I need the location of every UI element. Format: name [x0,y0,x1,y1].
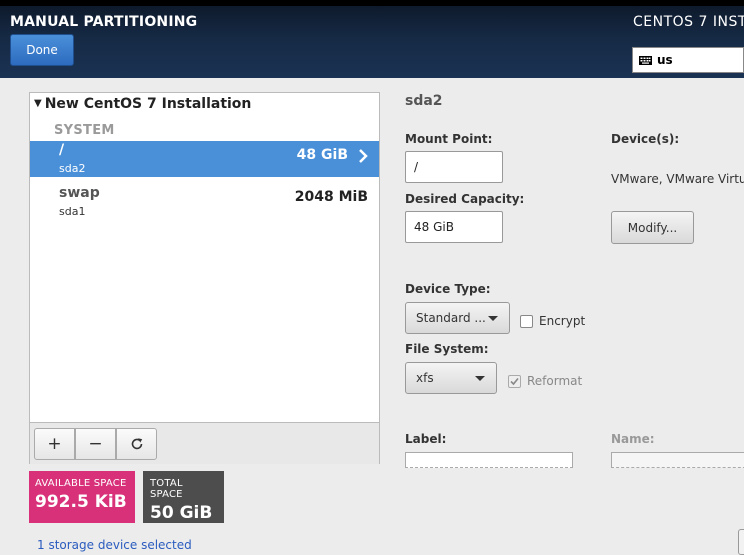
header-bar: MANUAL PARTITIONING CENTOS 7 INST Done u… [0,0,744,78]
mount-point-device: sda2 [59,162,86,175]
name-field-label: Name: [611,432,655,446]
add-mount-point-button[interactable]: + [34,428,75,460]
remove-mount-point-button[interactable]: − [75,428,116,460]
label-input[interactable] [405,452,573,468]
device-type-label: Device Type: [405,282,491,296]
encrypt-checkbox[interactable] [520,314,533,328]
reformat-label: Reformat [527,374,583,388]
total-space-box: TOTAL SPACE 50 GiB [143,471,224,523]
mount-point-name: swap [59,185,100,201]
file-system-dropdown[interactable]: xfs [405,362,497,394]
expander-triangle-icon[interactable]: ▼ [34,98,42,109]
page-title: MANUAL PARTITIONING [10,14,198,30]
mount-point-size: 2048 MiB [294,189,368,205]
dropdown-arrow-icon [488,316,498,321]
mount-point-name: / [59,142,65,158]
desired-capacity-label: Desired Capacity: [405,192,525,206]
mount-point-label: Mount Point: [405,132,493,146]
partially-visible-button[interactable] [738,529,744,555]
installation-group-header[interactable]: ▼ New CentOS 7 Installation [34,96,251,112]
total-space-label: TOTAL SPACE [150,478,183,500]
checkmark-icon [510,377,519,385]
reformat-option: Reformat [508,374,582,388]
mount-point-device: sda1 [59,205,86,218]
selected-device-title: sda2 [405,93,443,109]
devices-label: Device(s): [611,132,680,146]
mount-point-input[interactable]: / [405,151,503,183]
label-field-label: Label: [405,432,447,446]
encrypt-option[interactable]: Encrypt [520,314,585,328]
keyboard-layout-indicator[interactable]: us [632,47,744,73]
reformat-checkbox [508,374,521,388]
mount-point-size: 48 GiB [296,147,348,163]
storage-device-link[interactable]: 1 storage device selected [37,538,192,552]
keyboard-layout-label: us [657,53,673,67]
mount-point-row-root[interactable]: / sda2 48 GiB [30,141,379,177]
devices-value: VMware, VMware Virtu [611,172,744,186]
refresh-button[interactable] [116,428,157,460]
device-type-dropdown[interactable]: Standard ... [405,302,510,334]
mount-point-row-swap[interactable]: swap sda1 2048 MiB [30,184,379,220]
group-label-system: SYSTEM [54,123,115,138]
installation-title: New CentOS 7 Installation [44,96,252,112]
available-space-box: AVAILABLE SPACE 992.5 KiB [29,471,135,523]
total-space-value: 50 GiB [150,503,213,523]
mount-point-list-panel: ▼ New CentOS 7 Installation SYSTEM / sda2… [29,92,380,464]
available-space-label: AVAILABLE SPACE [35,478,127,489]
name-input [611,452,744,468]
dropdown-arrow-icon [475,376,485,381]
desired-capacity-input[interactable]: 48 GiB [405,211,503,243]
modify-devices-button[interactable]: Modify... [611,211,694,244]
product-title: CENTOS 7 INST [633,14,744,30]
available-space-value: 992.5 KiB [35,492,127,512]
device-type-value: Standard ... [416,311,486,325]
keyboard-icon [639,55,652,65]
file-system-value: xfs [416,371,434,385]
mount-point-toolbar: + − [30,422,379,464]
refresh-icon [131,438,142,450]
encrypt-label: Encrypt [539,314,586,328]
file-system-label: File System: [405,342,489,356]
chevron-right-icon [359,149,368,163]
done-button[interactable]: Done [10,34,74,66]
